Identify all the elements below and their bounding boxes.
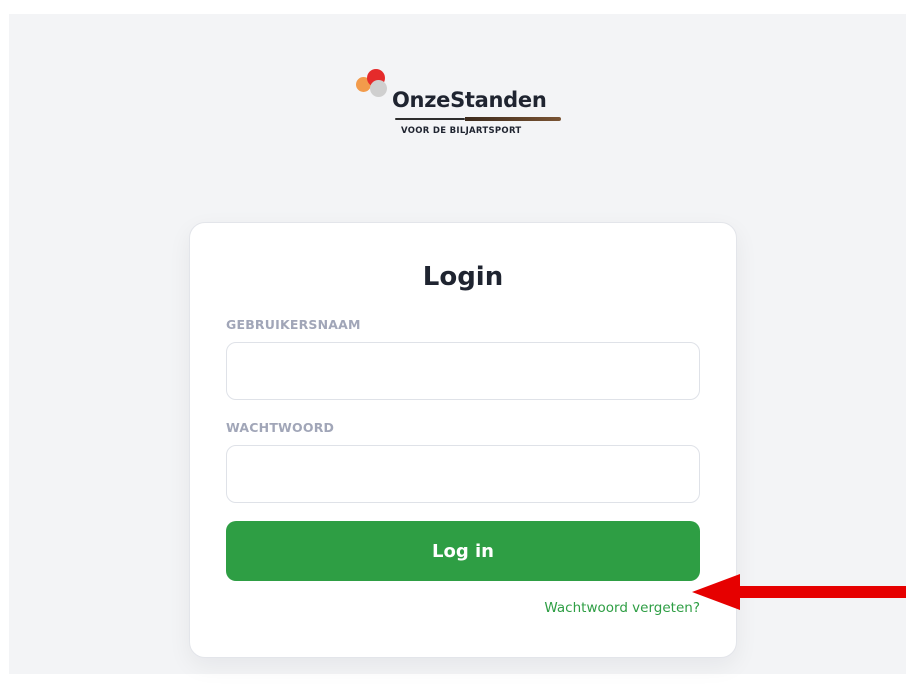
brand-name: OnzeStanden — [392, 88, 547, 112]
brand-tagline: VOOR DE BILJARTSPORT — [401, 126, 522, 136]
login-button[interactable]: Log in — [226, 521, 700, 581]
cue-shaft — [395, 118, 465, 120]
password-input[interactable] — [226, 445, 700, 503]
login-card: Login GEBRUIKERSNAAM WACHTWOORD Log in W… — [189, 222, 737, 658]
password-label: WACHTWOORD — [226, 420, 335, 435]
username-label: GEBRUIKERSNAAM — [226, 317, 361, 332]
grey-circle — [370, 80, 387, 97]
forgot-password-link[interactable]: Wachtwoord vergeten? — [544, 600, 700, 616]
arrow-shape — [692, 574, 906, 610]
username-input[interactable] — [226, 342, 700, 400]
cue-butt — [465, 117, 561, 121]
brand-logo[interactable]: OnzeStanden VOOR DE BILJARTSPORT — [355, 69, 575, 144]
billiard-cue-icon — [395, 117, 561, 121]
login-title: Login — [422, 262, 504, 292]
red-arrow-icon — [692, 574, 906, 610]
overlapping-circles-icon — [355, 69, 391, 103]
